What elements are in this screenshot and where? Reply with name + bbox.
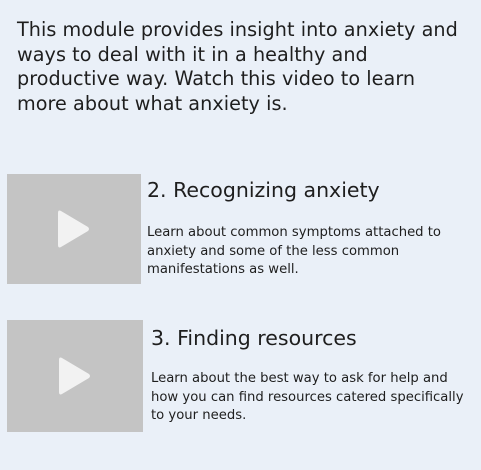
module-intro-text: This module provides insight into anxiet… (17, 18, 458, 115)
module-title: 3. Finding resources (151, 326, 357, 350)
video-thumbnail[interactable] (7, 320, 143, 432)
module-description: Learn about the best way to ask for help… (151, 371, 464, 423)
video-thumbnail[interactable] (7, 174, 141, 284)
play-icon (58, 210, 89, 248)
module-item-finding-resources: 3. Finding resources Learn about the bes… (7, 320, 477, 432)
module-description: Learn about common symptoms attached to … (147, 225, 441, 277)
module-item-recognizing-anxiety: 2. Recognizing anxiety Learn about commo… (7, 174, 477, 284)
module-title: 2. Recognizing anxiety (147, 178, 380, 202)
play-icon (59, 357, 90, 395)
